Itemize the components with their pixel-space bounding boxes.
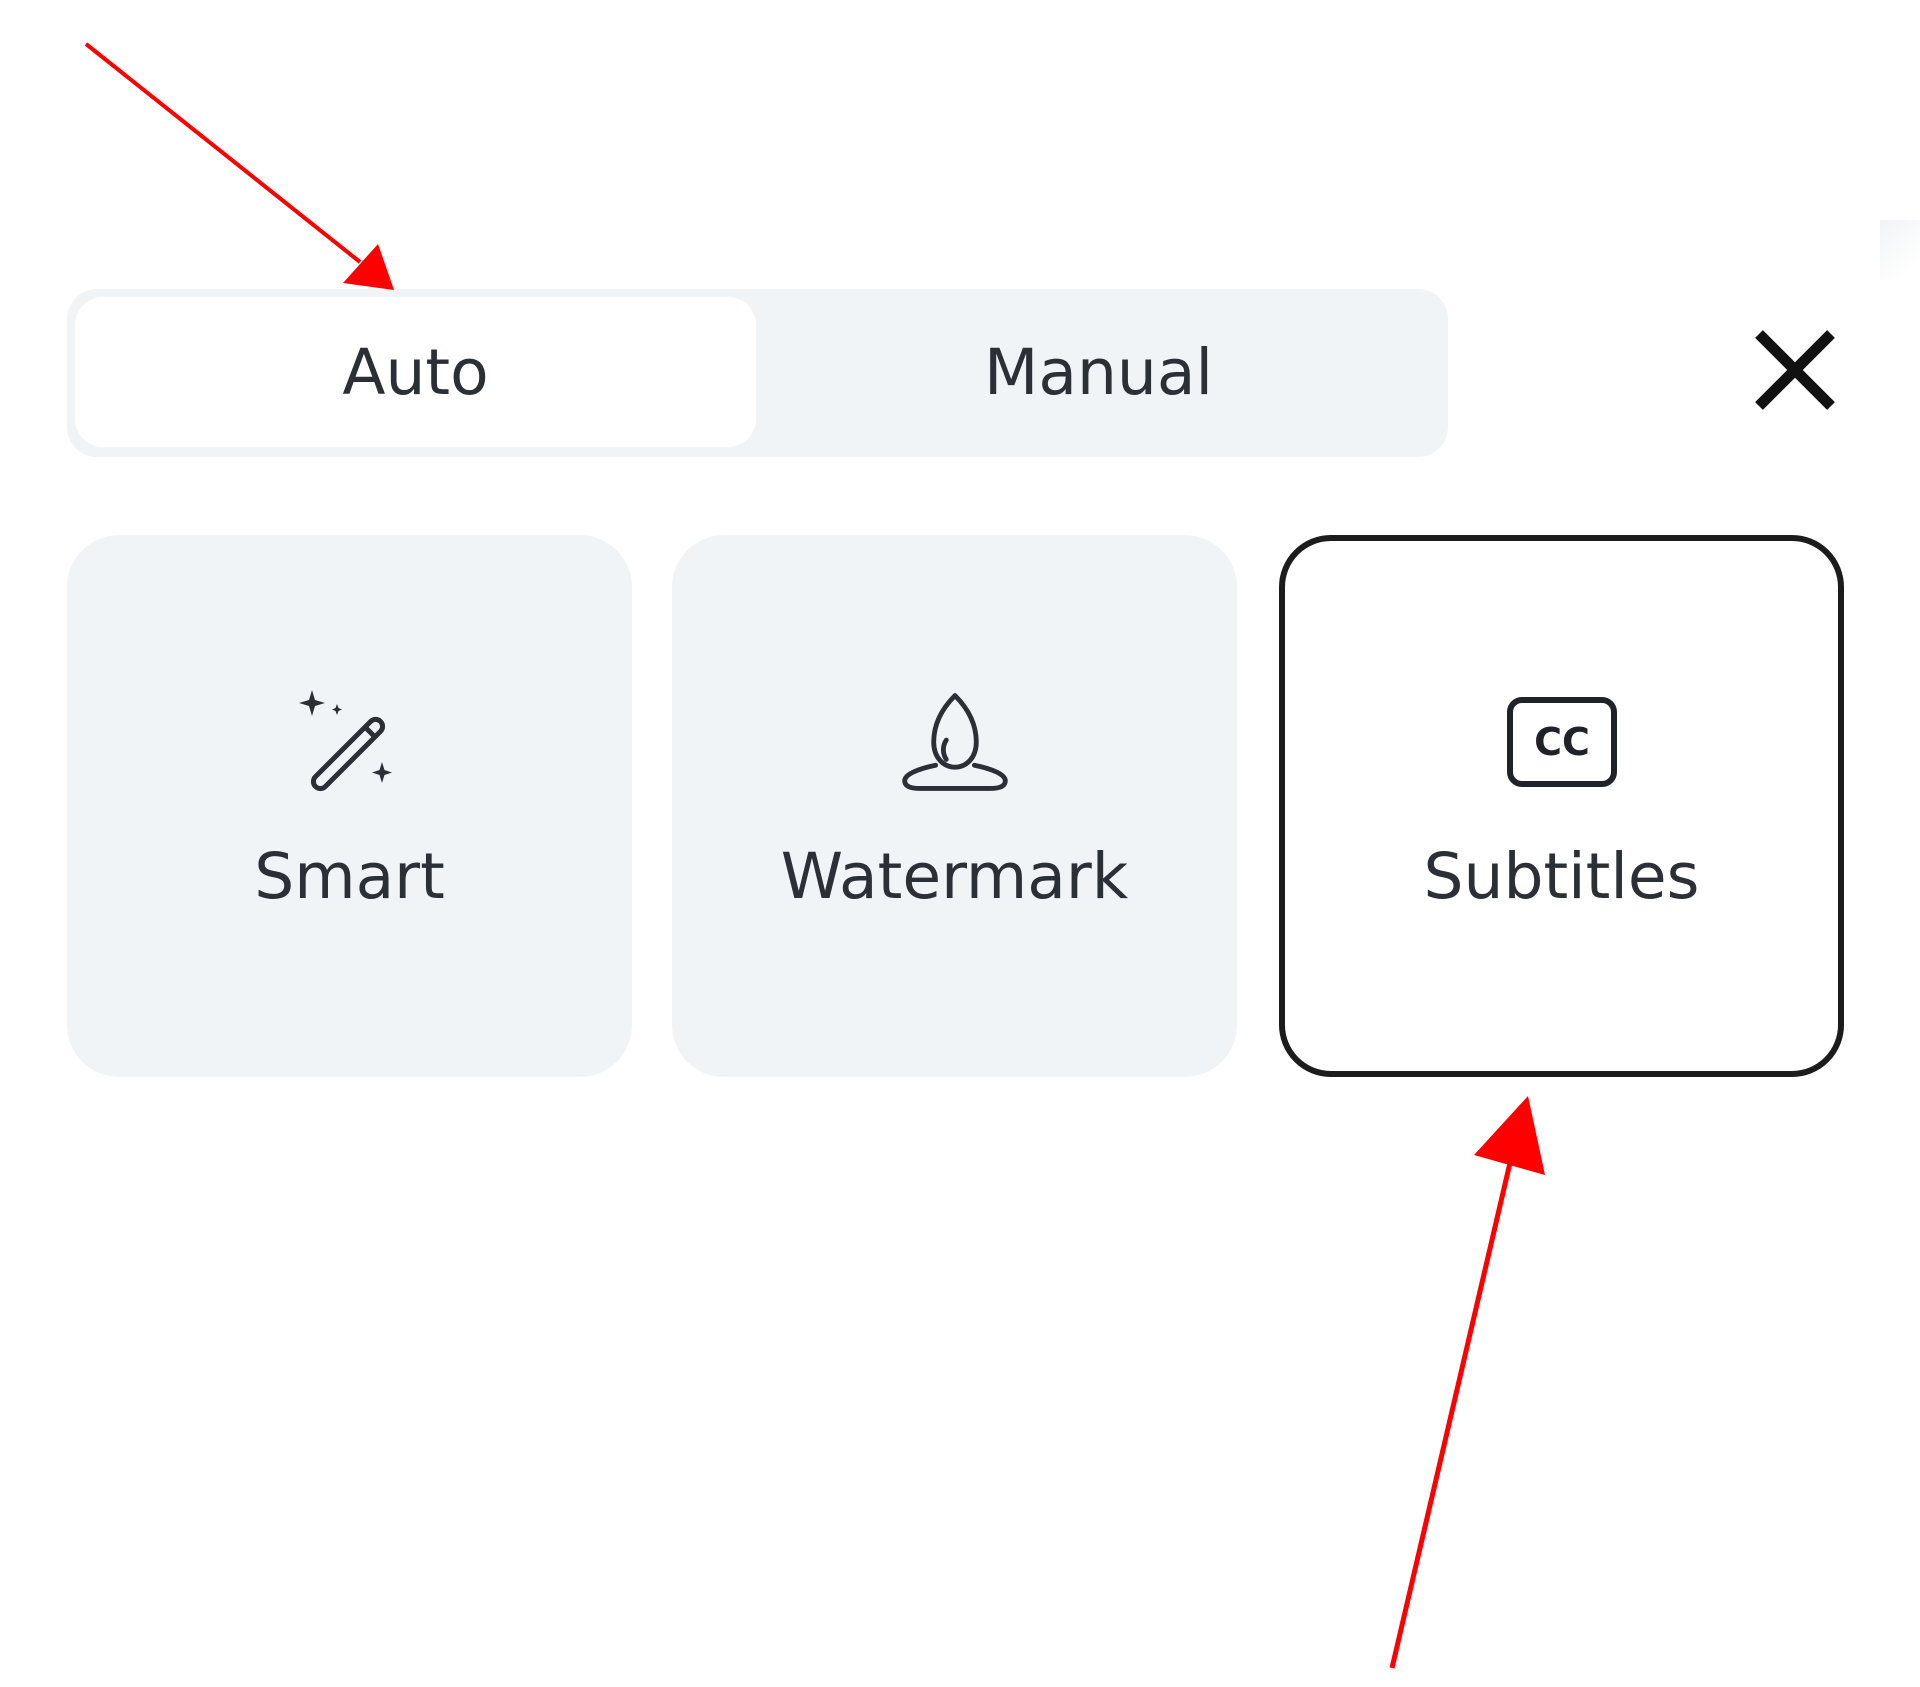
option-watermark[interactable]: Watermark xyxy=(672,535,1237,1077)
removal-mode-panel: Auto Manual Smart Watermark CC Subtitles xyxy=(0,0,1920,1687)
water-drop-icon xyxy=(895,682,1015,802)
option-label: Smart xyxy=(254,840,445,913)
close-icon xyxy=(1755,330,1835,410)
closed-captions-icon: CC xyxy=(1502,682,1622,802)
option-smart[interactable]: Smart xyxy=(67,535,632,1077)
mode-toggle: Auto Manual xyxy=(67,289,1448,457)
option-label: Subtitles xyxy=(1423,840,1700,913)
background-window-edge xyxy=(1880,220,1920,280)
magic-wand-icon xyxy=(290,682,410,802)
cc-icon-text: CC xyxy=(1534,720,1590,764)
tab-auto[interactable]: Auto xyxy=(75,297,756,447)
option-label: Watermark xyxy=(780,840,1129,913)
option-subtitles[interactable]: CC Subtitles xyxy=(1279,535,1844,1077)
arrow-to-subtitles xyxy=(1389,1096,1545,1669)
arrow-to-auto xyxy=(84,42,394,290)
tab-manual[interactable]: Manual xyxy=(757,297,1440,447)
close-button[interactable] xyxy=(1745,320,1845,420)
